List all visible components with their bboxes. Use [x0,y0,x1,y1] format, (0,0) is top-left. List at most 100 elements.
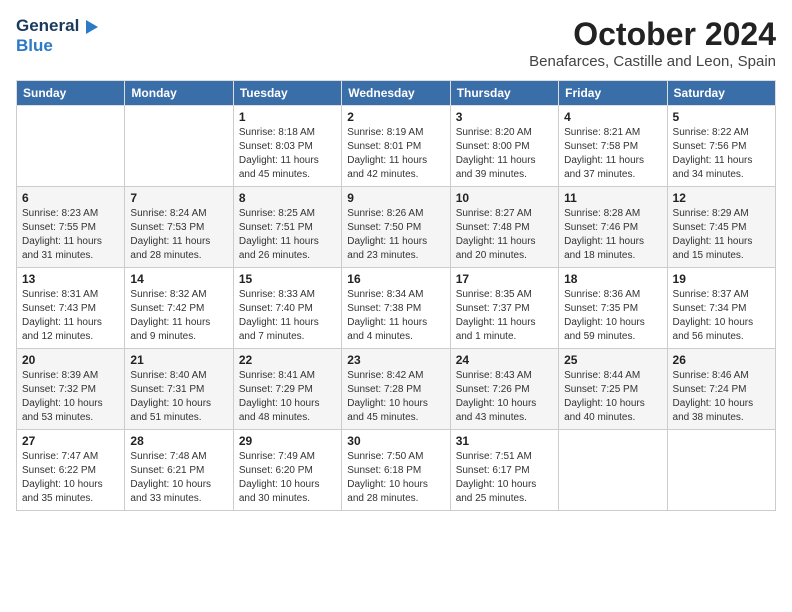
day-info: Sunrise: 8:27 AM Sunset: 7:48 PM Dayligh… [456,207,553,263]
calendar-week-row: 20 Sunrise: 8:39 AM Sunset: 7:32 PM Dayli… [17,349,776,430]
calendar-week-row: 13 Sunrise: 8:31 AM Sunset: 7:43 PM Dayli… [17,268,776,349]
logo-blue: Blue [16,36,53,55]
calendar-cell: 26 Sunrise: 8:46 AM Sunset: 7:24 PM Dayli… [667,349,775,430]
calendar-cell [559,430,667,511]
day-info: Sunrise: 8:18 AM Sunset: 8:03 PM Dayligh… [239,126,336,182]
day-info: Sunrise: 8:24 AM Sunset: 7:53 PM Dayligh… [130,207,227,263]
day-info: Sunrise: 8:33 AM Sunset: 7:40 PM Dayligh… [239,288,336,344]
calendar-cell: 11 Sunrise: 8:28 AM Sunset: 7:46 PM Dayli… [559,187,667,268]
day-info: Sunrise: 7:47 AM Sunset: 6:22 PM Dayligh… [22,450,119,506]
day-number: 23 [347,353,444,367]
day-info: Sunrise: 8:41 AM Sunset: 7:29 PM Dayligh… [239,369,336,425]
calendar-cell: 14 Sunrise: 8:32 AM Sunset: 7:42 PM Dayli… [125,268,233,349]
day-number: 22 [239,353,336,367]
weekday-header: Tuesday [233,81,341,106]
location-title: Benafarces, Castille and Leon, Spain [529,53,776,70]
weekday-header: Saturday [667,81,775,106]
calendar-cell: 29 Sunrise: 7:49 AM Sunset: 6:20 PM Dayli… [233,430,341,511]
day-number: 13 [22,272,119,286]
day-info: Sunrise: 8:22 AM Sunset: 7:56 PM Dayligh… [673,126,770,182]
day-number: 15 [239,272,336,286]
calendar-cell: 16Sunrise: 8:34 AM Sunset: 7:38 PM Dayli… [342,268,450,349]
day-info: Sunrise: 8:21 AM Sunset: 7:58 PM Dayligh… [564,126,661,182]
calendar-cell: 5Sunrise: 8:22 AM Sunset: 7:56 PM Daylig… [667,106,775,187]
calendar-cell: 7 Sunrise: 8:24 AM Sunset: 7:53 PM Daylig… [125,187,233,268]
day-info: Sunrise: 8:36 AM Sunset: 7:35 PM Dayligh… [564,288,661,344]
calendar-week-row: 6Sunrise: 8:23 AM Sunset: 7:55 PM Daylig… [17,187,776,268]
calendar-cell: 10 Sunrise: 8:27 AM Sunset: 7:48 PM Dayli… [450,187,558,268]
day-info: Sunrise: 8:40 AM Sunset: 7:31 PM Dayligh… [130,369,227,425]
page-header: General Blue October 2024 Benafarces, Ca… [16,16,776,70]
day-info: Sunrise: 8:35 AM Sunset: 7:37 PM Dayligh… [456,288,553,344]
calendar-week-row: 1 Sunrise: 8:18 AM Sunset: 8:03 PM Daylig… [17,106,776,187]
day-number: 7 [130,191,227,205]
weekday-header: Sunday [17,81,125,106]
day-number: 8 [239,191,336,205]
day-info: Sunrise: 8:39 AM Sunset: 7:32 PM Dayligh… [22,369,119,425]
calendar-cell: 9Sunrise: 8:26 AM Sunset: 7:50 PM Daylig… [342,187,450,268]
day-number: 14 [130,272,227,286]
calendar-cell: 19 Sunrise: 8:37 AM Sunset: 7:34 PM Dayli… [667,268,775,349]
logo-general: General [16,16,79,35]
calendar-cell [667,430,775,511]
logo-line1: General [16,16,98,36]
calendar-cell: 12Sunrise: 8:29 AM Sunset: 7:45 PM Dayli… [667,187,775,268]
calendar-cell: 20 Sunrise: 8:39 AM Sunset: 7:32 PM Dayli… [17,349,125,430]
calendar-cell: 13 Sunrise: 8:31 AM Sunset: 7:43 PM Dayli… [17,268,125,349]
day-number: 27 [22,434,119,448]
weekday-header: Thursday [450,81,558,106]
month-title: October 2024 [529,16,776,53]
calendar-cell: 3Sunrise: 8:20 AM Sunset: 8:00 PM Daylig… [450,106,558,187]
day-number: 1 [239,110,336,124]
day-number: 17 [456,272,553,286]
day-number: 10 [456,191,553,205]
title-section: October 2024 Benafarces, Castille and Le… [529,16,776,70]
day-number: 4 [564,110,661,124]
calendar-cell: 6Sunrise: 8:23 AM Sunset: 7:55 PM Daylig… [17,187,125,268]
calendar-cell [17,106,125,187]
day-info: Sunrise: 8:25 AM Sunset: 7:51 PM Dayligh… [239,207,336,263]
day-info: Sunrise: 8:43 AM Sunset: 7:26 PM Dayligh… [456,369,553,425]
day-info: Sunrise: 7:48 AM Sunset: 6:21 PM Dayligh… [130,450,227,506]
calendar-week-row: 27 Sunrise: 7:47 AM Sunset: 6:22 PM Dayli… [17,430,776,511]
day-info: Sunrise: 8:29 AM Sunset: 7:45 PM Dayligh… [673,207,770,263]
day-number: 28 [130,434,227,448]
day-info: Sunrise: 8:42 AM Sunset: 7:28 PM Dayligh… [347,369,444,425]
logo: General Blue [16,16,98,56]
calendar-cell: 28 Sunrise: 7:48 AM Sunset: 6:21 PM Dayli… [125,430,233,511]
logo-arrow-icon [86,20,98,34]
day-info: Sunrise: 8:44 AM Sunset: 7:25 PM Dayligh… [564,369,661,425]
day-number: 26 [673,353,770,367]
day-info: Sunrise: 8:31 AM Sunset: 7:43 PM Dayligh… [22,288,119,344]
calendar-cell: 23 Sunrise: 8:42 AM Sunset: 7:28 PM Dayli… [342,349,450,430]
calendar-cell: 21 Sunrise: 8:40 AM Sunset: 7:31 PM Dayli… [125,349,233,430]
day-number: 19 [673,272,770,286]
day-number: 21 [130,353,227,367]
day-number: 29 [239,434,336,448]
day-number: 20 [22,353,119,367]
day-info: Sunrise: 8:46 AM Sunset: 7:24 PM Dayligh… [673,369,770,425]
day-number: 2 [347,110,444,124]
day-info: Sunrise: 8:37 AM Sunset: 7:34 PM Dayligh… [673,288,770,344]
day-number: 31 [456,434,553,448]
calendar-cell: 30Sunrise: 7:50 AM Sunset: 6:18 PM Dayli… [342,430,450,511]
day-number: 9 [347,191,444,205]
calendar-cell: 24 Sunrise: 8:43 AM Sunset: 7:26 PM Dayli… [450,349,558,430]
calendar-cell: 22 Sunrise: 8:41 AM Sunset: 7:29 PM Dayli… [233,349,341,430]
day-info: Sunrise: 8:19 AM Sunset: 8:01 PM Dayligh… [347,126,444,182]
day-number: 24 [456,353,553,367]
calendar-cell: 31Sunrise: 7:51 AM Sunset: 6:17 PM Dayli… [450,430,558,511]
weekday-header: Monday [125,81,233,106]
calendar-cell: 1 Sunrise: 8:18 AM Sunset: 8:03 PM Daylig… [233,106,341,187]
day-number: 11 [564,191,661,205]
day-info: Sunrise: 8:28 AM Sunset: 7:46 PM Dayligh… [564,207,661,263]
calendar-cell [125,106,233,187]
day-number: 30 [347,434,444,448]
day-info: Sunrise: 8:20 AM Sunset: 8:00 PM Dayligh… [456,126,553,182]
day-info: Sunrise: 8:32 AM Sunset: 7:42 PM Dayligh… [130,288,227,344]
calendar-cell: 27 Sunrise: 7:47 AM Sunset: 6:22 PM Dayli… [17,430,125,511]
calendar-cell: 18Sunrise: 8:36 AM Sunset: 7:35 PM Dayli… [559,268,667,349]
day-info: Sunrise: 7:49 AM Sunset: 6:20 PM Dayligh… [239,450,336,506]
calendar-header-row: SundayMondayTuesdayWednesdayThursdayFrid… [17,81,776,106]
weekday-header: Wednesday [342,81,450,106]
